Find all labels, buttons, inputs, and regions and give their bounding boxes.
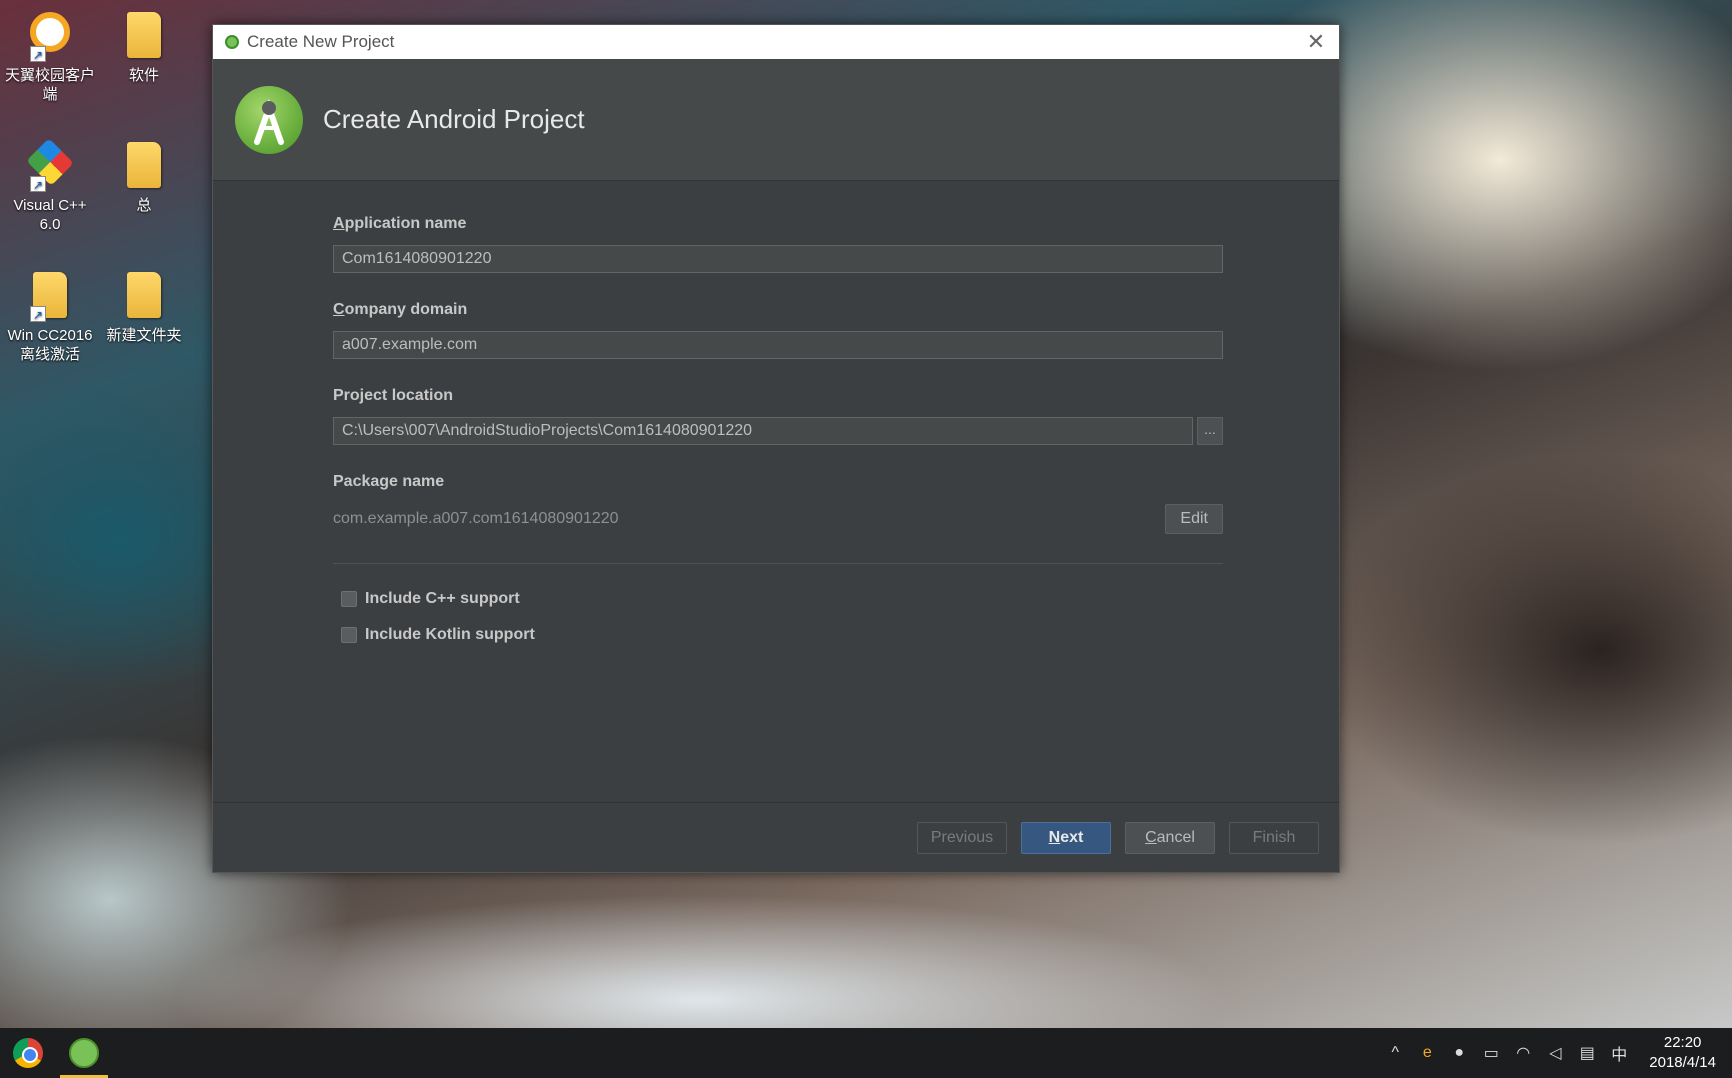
desktop-icon-new-folder[interactable]: 新建文件夹 bbox=[96, 272, 192, 345]
chrome-icon bbox=[13, 1038, 43, 1068]
desktop-icon-zong[interactable]: 总 bbox=[96, 142, 192, 215]
taskbar-chrome[interactable] bbox=[0, 1028, 56, 1078]
desktop-icon-label: Win CC2016 离线激活 bbox=[7, 327, 93, 363]
tianyi-app-icon: ↗ bbox=[26, 12, 74, 62]
dialog-titlebar[interactable]: Create New Project ✕ bbox=[213, 25, 1339, 59]
project-location-group: Project location ... bbox=[333, 387, 1223, 445]
folder-icon: ↗ bbox=[26, 272, 74, 322]
taskbar-android-studio[interactable] bbox=[56, 1028, 112, 1078]
kotlin-support-option[interactable]: Include Kotlin support bbox=[333, 626, 1223, 644]
kotlin-support-checkbox[interactable] bbox=[341, 627, 357, 643]
clock-date: 2018/4/14 bbox=[1649, 1054, 1716, 1071]
shortcut-arrow-icon: ↗ bbox=[30, 46, 46, 62]
desktop-icon-label: 新建文件夹 bbox=[106, 327, 182, 344]
wifi-icon[interactable]: ◠ bbox=[1513, 1043, 1533, 1063]
next-button[interactable]: Next bbox=[1021, 821, 1111, 854]
dialog-title: Create New Project bbox=[247, 32, 395, 51]
desktop-icon-label: 天翼校园客户端 bbox=[4, 67, 95, 103]
project-form: Application name Company domain Project … bbox=[333, 215, 1223, 644]
mnemonic: N bbox=[1048, 828, 1061, 846]
close-icon[interactable]: ✕ bbox=[1303, 29, 1329, 55]
folder-icon bbox=[120, 272, 168, 320]
clock-time: 22:20 bbox=[1663, 1034, 1702, 1051]
chevron-up-icon[interactable]: ^ bbox=[1385, 1044, 1405, 1062]
qq-tray-icon[interactable]: ● bbox=[1449, 1044, 1469, 1062]
button-text: ancel bbox=[1156, 828, 1195, 846]
project-location-row: ... bbox=[333, 417, 1223, 445]
kotlin-support-label: Include Kotlin support bbox=[365, 626, 535, 643]
cpp-support-label: Include C++ support bbox=[365, 590, 520, 607]
desktop-icon-tianyi[interactable]: ↗ 天翼校园客户端 bbox=[2, 12, 98, 104]
folder-icon bbox=[120, 12, 168, 60]
divider bbox=[333, 563, 1223, 564]
finish-button[interactable]: Finish bbox=[1229, 821, 1319, 854]
volume-icon[interactable]: ◁ bbox=[1545, 1043, 1565, 1063]
label-text: ompany domain bbox=[344, 301, 468, 318]
previous-button[interactable]: Previous bbox=[917, 821, 1007, 854]
app-name-input[interactable] bbox=[333, 245, 1223, 273]
desktop-icon-wincc[interactable]: ↗ Win CC2016 离线激活 bbox=[2, 272, 98, 364]
mnemonic: C bbox=[1145, 828, 1157, 846]
dialog-header: Create Android Project bbox=[213, 59, 1339, 181]
package-name-label: Package name bbox=[333, 473, 445, 490]
desktop-icon-label: 软件 bbox=[128, 67, 159, 84]
android-studio-icon bbox=[69, 1038, 99, 1068]
desktop-icon-software[interactable]: 软件 bbox=[96, 12, 192, 85]
label-text: pplication name bbox=[344, 215, 467, 232]
desktop-icon-visual-cpp[interactable]: ↗ Visual C++ 6.0 bbox=[2, 138, 98, 234]
create-project-dialog: Create New Project ✕ Create Android Proj… bbox=[212, 24, 1340, 873]
package-name-value: com.example.a007.com1614080901220 bbox=[333, 510, 619, 527]
cancel-button[interactable]: Cancel bbox=[1125, 821, 1215, 854]
package-name-row: com.example.a007.com1614080901220 Edit bbox=[333, 503, 1223, 535]
notification-icon[interactable]: ▤ bbox=[1577, 1043, 1597, 1063]
company-domain-label: Company domain bbox=[333, 301, 1223, 319]
shortcut-arrow-icon: ↗ bbox=[30, 176, 46, 192]
ime-indicator[interactable]: 中 bbox=[1609, 1041, 1629, 1065]
dialog-footer: Previous Next Cancel Finish bbox=[213, 802, 1339, 872]
system-tray: ^ e ● ▭ ◠ ◁ ▤ 中 22:20 2018/4/14 bbox=[1385, 1033, 1732, 1073]
app-name-label: Application name bbox=[333, 215, 1223, 233]
android-studio-logo-icon bbox=[235, 85, 303, 154]
project-location-label: Project location bbox=[333, 387, 454, 404]
cpp-support-option[interactable]: Include C++ support bbox=[333, 590, 1223, 608]
page-title: Create Android Project bbox=[323, 104, 585, 134]
desktop-icon-label: 总 bbox=[136, 197, 152, 214]
browse-button[interactable]: ... bbox=[1197, 417, 1223, 445]
project-location-input[interactable] bbox=[333, 417, 1193, 445]
company-domain-group: Company domain bbox=[333, 301, 1223, 359]
desktop-icon-label: Visual C++ 6.0 bbox=[13, 197, 87, 233]
company-domain-input[interactable] bbox=[333, 331, 1223, 359]
clock[interactable]: 22:20 2018/4/14 bbox=[1649, 1033, 1716, 1073]
tianyi-tray-icon[interactable]: e bbox=[1417, 1044, 1437, 1062]
edit-package-button[interactable]: Edit bbox=[1165, 504, 1223, 534]
cpp-support-checkbox[interactable] bbox=[341, 591, 357, 607]
app-name-group: Application name bbox=[333, 215, 1223, 273]
package-name-group: Package name com.example.a007.com1614080… bbox=[333, 473, 1223, 535]
android-studio-icon bbox=[225, 35, 239, 49]
battery-icon[interactable]: ▭ bbox=[1481, 1043, 1501, 1063]
taskbar: ^ e ● ▭ ◠ ◁ ▤ 中 22:20 2018/4/14 bbox=[0, 1028, 1732, 1078]
shortcut-arrow-icon: ↗ bbox=[30, 306, 46, 322]
mnemonic: C bbox=[333, 301, 345, 318]
folder-icon bbox=[120, 142, 168, 190]
visual-cpp-icon: ↗ bbox=[26, 138, 74, 192]
button-text: ext bbox=[1060, 828, 1084, 846]
mnemonic: A bbox=[333, 215, 345, 232]
